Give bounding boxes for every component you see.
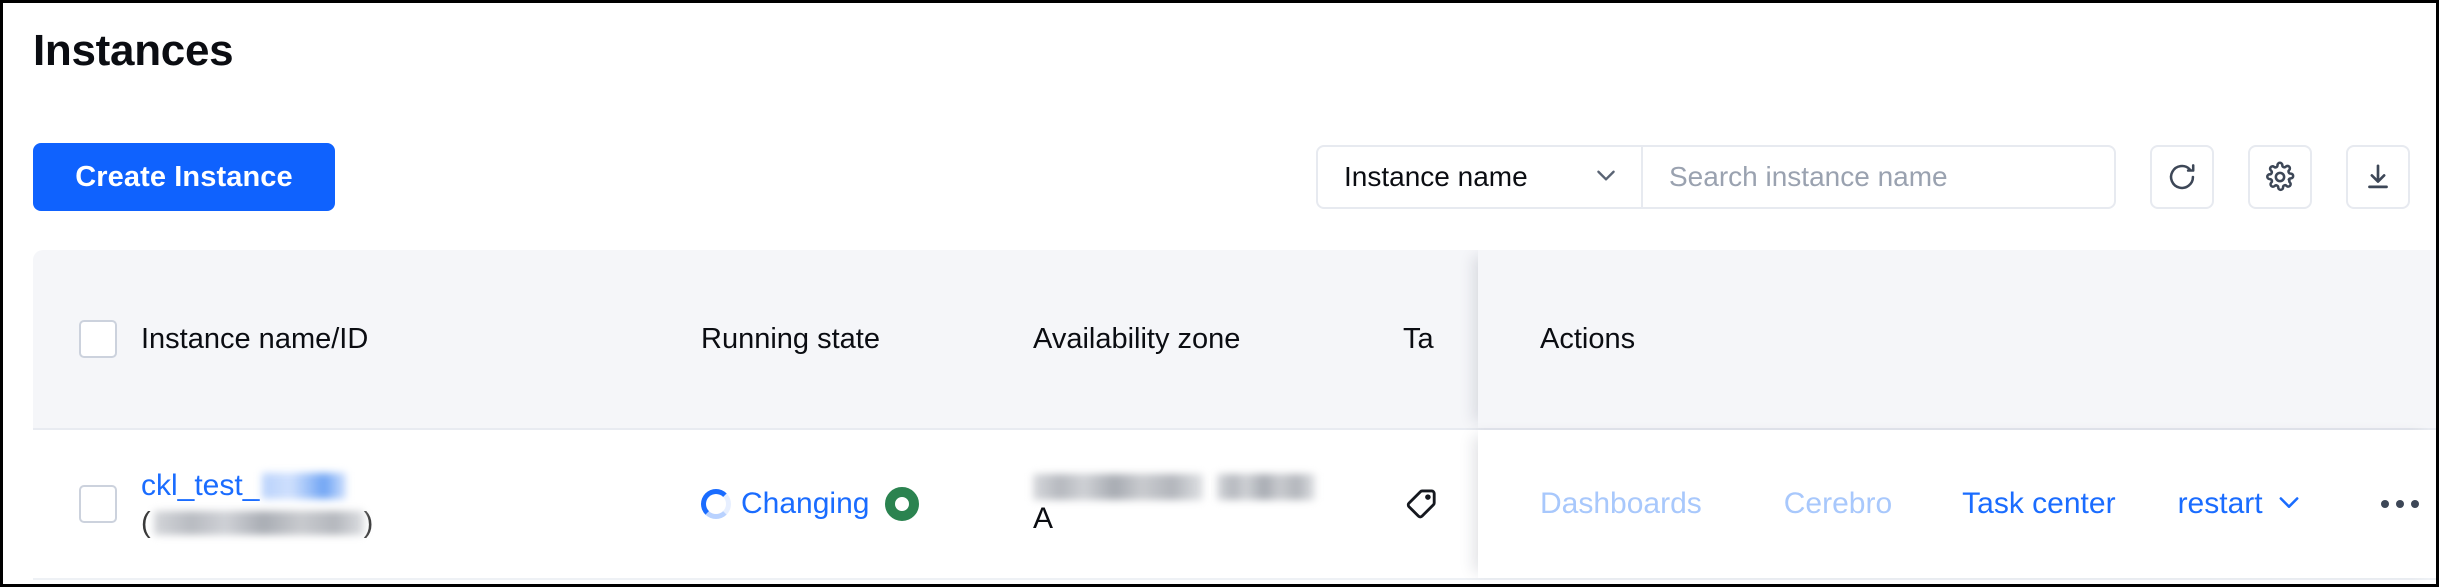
loading-spinner-icon	[701, 489, 731, 519]
filter-field-select[interactable]: Instance name	[1318, 147, 1643, 207]
row-actions-cell: Dashboards Cerebro Task center restart	[1478, 430, 2436, 578]
action-task-center[interactable]: Task center	[1962, 487, 2115, 521]
instance-id: ( )	[141, 506, 374, 539]
status-badge	[885, 487, 920, 521]
table-header-row: Instance name/ID Running state Availabil…	[33, 250, 2436, 430]
availability-zone-cell: A	[1033, 430, 1393, 578]
column-header-name[interactable]: Instance name/ID	[141, 250, 681, 428]
redacted-instance-name	[262, 472, 347, 499]
export-button[interactable]	[2346, 145, 2410, 209]
instances-page: Instances Create Instance Instance name	[0, 0, 2439, 587]
ellipsis-icon	[2380, 500, 2419, 508]
redacted-availability-zone	[1033, 473, 1315, 500]
action-cerebro[interactable]: Cerebro	[1784, 487, 1892, 521]
chevron-down-icon	[1593, 162, 1619, 193]
filter-field-select-value: Instance name	[1344, 161, 1528, 192]
download-icon	[2362, 161, 2394, 193]
instances-table: Instance name/ID Running state Availabil…	[33, 250, 2436, 584]
running-state-text: Changing	[741, 487, 870, 520]
settings-button[interactable]	[2248, 145, 2312, 209]
refresh-icon	[2166, 161, 2198, 193]
gear-icon	[2264, 161, 2296, 193]
create-instance-button[interactable]: Create Instance	[33, 143, 335, 211]
instance-name-link[interactable]: ckl_test_	[141, 469, 347, 503]
running-state-cell: Changing	[701, 430, 1001, 578]
column-header-zone[interactable]: Availability zone	[1033, 250, 1393, 428]
chevron-down-icon	[2275, 488, 2303, 521]
action-restart-dropdown[interactable]: restart	[2178, 487, 2303, 521]
action-more-button[interactable]	[2380, 500, 2419, 508]
search-input[interactable]	[1643, 147, 2114, 207]
page-title: Instances	[33, 26, 234, 75]
select-all-cell	[47, 250, 125, 428]
instance-name-cell: ckl_test_ ( )	[141, 430, 681, 578]
column-header-state[interactable]: Running state	[701, 250, 1001, 428]
refresh-button[interactable]	[2150, 145, 2214, 209]
tag-icon	[1403, 486, 1439, 522]
select-all-checkbox[interactable]	[79, 320, 117, 358]
row-select-checkbox[interactable]	[79, 485, 117, 523]
toolbar: Create Instance Instance name	[3, 143, 2436, 213]
row-select-cell	[47, 430, 125, 578]
action-dashboards[interactable]: Dashboards	[1540, 487, 1702, 521]
availability-zone-suffix: A	[1033, 501, 1054, 535]
column-header-actions[interactable]: Actions	[1478, 250, 2436, 428]
search-group: Instance name	[1316, 145, 2116, 209]
table-row: ckl_test_ ( ) Changing A Dashboards Cere…	[33, 430, 2436, 580]
redacted-instance-id	[153, 510, 364, 535]
